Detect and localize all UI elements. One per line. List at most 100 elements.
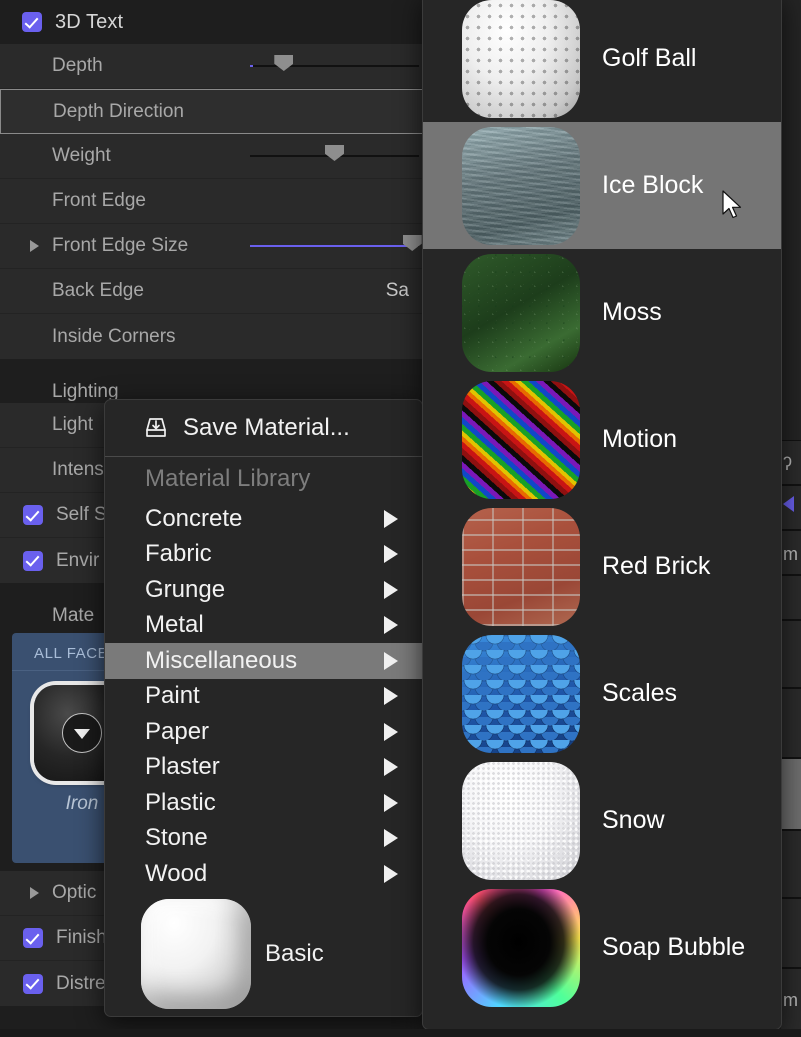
save-icon [143, 415, 169, 441]
row-label-front-edge-size: Front Edge Size [52, 235, 188, 257]
submenu-item-label: Ice Block [602, 171, 703, 200]
background-row-6 [781, 758, 801, 830]
submenu-arrow-icon [384, 616, 398, 634]
material-popup-button[interactable] [62, 713, 102, 753]
menu-item-label: Wood [145, 860, 207, 888]
submenu-arrow-icon [384, 687, 398, 705]
menu-item-paper[interactable]: Paper [105, 714, 422, 750]
row-label-weight: Weight [52, 145, 111, 167]
submenu-item-label: Motion [602, 425, 677, 454]
submenu-item-label: Moss [602, 298, 662, 327]
menu-item-label: Metal [145, 611, 204, 639]
submenu-arrow-icon [384, 758, 398, 776]
distress-checkbox[interactable] [23, 974, 43, 994]
submenu-item-golf-ball[interactable]: Golf Ball [423, 0, 781, 122]
material-thumbnail [462, 127, 580, 245]
finish-checkbox[interactable] [23, 928, 43, 948]
row-label-distress: Distre [56, 973, 106, 995]
depth-slider[interactable] [250, 65, 419, 67]
self-shadows-checkbox[interactable] [23, 505, 43, 525]
menu-item-paint[interactable]: Paint [105, 679, 422, 715]
row-label-depth: Depth [52, 55, 103, 77]
row-inside-corners[interactable]: Inside Corners [0, 314, 423, 359]
menu-item-save-material[interactable]: Save Material... [105, 400, 422, 456]
submenu-arrow-icon [384, 723, 398, 741]
menu-item-stone[interactable]: Stone [105, 821, 422, 857]
background-row-text: m [781, 969, 801, 1009]
material-category-list: Concrete Fabric Grunge Metal Miscellaneous Pa… [105, 501, 422, 892]
options-disclosure-icon[interactable] [30, 887, 39, 899]
row-label-options: Optic [52, 882, 96, 904]
row-depth[interactable]: Depth [0, 44, 423, 89]
row-value-back-edge: Sa [386, 280, 409, 302]
row-label-depth-direction: Depth Direction [53, 101, 184, 123]
inspector-title: 3D Text [55, 11, 123, 34]
submenu-item-motion[interactable]: Motion [423, 376, 781, 503]
submenu-arrow-icon [384, 794, 398, 812]
speaker-icon [783, 496, 794, 512]
submenu-arrow-icon [384, 652, 398, 670]
row-weight[interactable]: Weight [0, 134, 423, 179]
submenu-item-list: Golf Ball Ice Block Moss Motion Red Brick Sca… [423, 0, 781, 1011]
3d-text-properties-group: Depth Depth Direction Weight Front Edge [0, 44, 423, 359]
row-back-edge[interactable]: Back Edge Sa [0, 269, 423, 314]
background-row-text: ʔ [781, 441, 801, 473]
submenu-item-label: Golf Ball [602, 44, 696, 73]
menu-item-label: Paper [145, 718, 209, 746]
submenu-item-ice-block[interactable]: Ice Block [423, 122, 781, 249]
material-thumbnail [462, 635, 580, 753]
menu-item-basic[interactable]: Basic [105, 892, 422, 1016]
submenu-arrow-icon [384, 510, 398, 528]
material-thumbnail [462, 508, 580, 626]
submenu-item-snow[interactable]: Snow [423, 757, 781, 884]
submenu-item-moss[interactable]: Moss [423, 249, 781, 376]
environment-checkbox[interactable] [23, 551, 43, 571]
row-front-edge[interactable]: Front Edge [0, 179, 423, 224]
background-row-4 [781, 620, 801, 688]
background-row-5 [781, 688, 801, 758]
background-row-7 [781, 830, 801, 898]
material-thumbnail [462, 889, 580, 1007]
menu-item-label: Plastic [145, 789, 216, 817]
background-row-9: m [781, 968, 801, 1030]
basic-material-thumbnail [141, 899, 251, 1009]
menu-item-miscellaneous[interactable]: Miscellaneous [105, 643, 422, 679]
weight-slider[interactable] [250, 155, 419, 157]
menu-item-fabric[interactable]: Fabric [105, 537, 422, 573]
menu-item-label: Fabric [145, 540, 212, 568]
row-label-finish: Finish [56, 927, 107, 949]
row-label-light: Light [52, 414, 93, 436]
menu-item-label: Concrete [145, 505, 242, 533]
menu-item-save-material-label: Save Material... [183, 414, 350, 442]
submenu-item-red-brick[interactable]: Red Brick [423, 503, 781, 630]
row-front-edge-size[interactable]: Front Edge Size [0, 224, 423, 269]
menu-item-grunge[interactable]: Grunge [105, 572, 422, 608]
submenu-item-label: Snow [602, 806, 665, 835]
menu-item-wood[interactable]: Wood [105, 856, 422, 892]
background-row-8 [781, 898, 801, 968]
menu-item-basic-label: Basic [265, 940, 324, 968]
row-label-intensity: Intens [52, 459, 104, 481]
row-depth-direction[interactable]: Depth Direction [0, 89, 423, 134]
row-label-environment: Envir [56, 550, 99, 572]
menu-section-header-material-library: Material Library [105, 457, 422, 501]
3d-text-checkbox[interactable] [22, 12, 42, 32]
disclosure-triangle-icon[interactable] [30, 240, 39, 252]
menu-item-plaster[interactable]: Plaster [105, 750, 422, 786]
material-thumbnail [462, 381, 580, 499]
submenu-item-soap-bubble[interactable]: Soap Bubble [423, 884, 781, 1011]
submenu-item-scales[interactable]: Scales [423, 630, 781, 757]
row-label-front-edge: Front Edge [52, 190, 146, 212]
front-edge-size-slider[interactable] [250, 245, 419, 247]
material-thumbnail [462, 254, 580, 372]
menu-item-label: Miscellaneous [145, 647, 297, 675]
menu-item-concrete[interactable]: Concrete [105, 501, 422, 537]
submenu-item-label: Red Brick [602, 552, 710, 581]
menu-item-metal[interactable]: Metal [105, 608, 422, 644]
row-label-inside-corners: Inside Corners [52, 326, 176, 348]
menu-item-plastic[interactable]: Plastic [105, 785, 422, 821]
material-thumbnail [462, 0, 580, 118]
submenu-arrow-icon [384, 829, 398, 847]
menu-item-label: Stone [145, 824, 208, 852]
background-panel-strip: ʔmm [781, 0, 801, 1037]
